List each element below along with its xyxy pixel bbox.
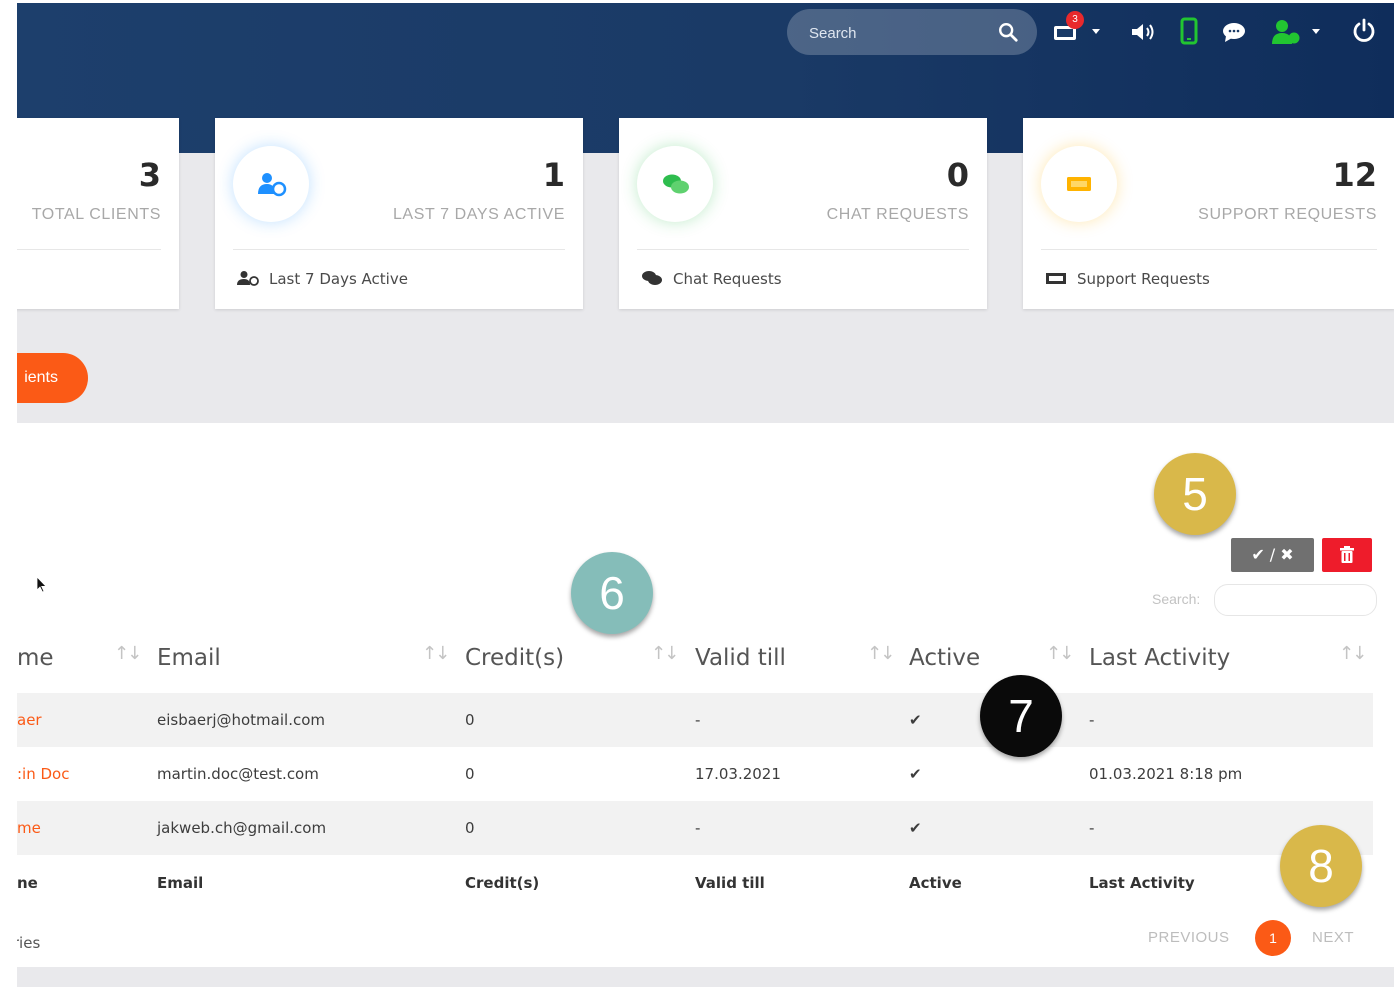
- search-icon[interactable]: [997, 21, 1019, 43]
- last-activity-cell: 01.03.2021 8:18 pm: [1089, 765, 1243, 783]
- column-header-valid-till[interactable]: Valid till: [695, 645, 786, 671]
- user-icon[interactable]: [1271, 18, 1301, 46]
- search-input[interactable]: [807, 21, 991, 45]
- card-divider: [637, 249, 969, 250]
- trash-icon: [1340, 546, 1354, 563]
- ticket-icon: [1067, 177, 1091, 191]
- sort-icon[interactable]: ↑↓: [651, 643, 679, 664]
- active-check-icon: ✔: [909, 765, 922, 783]
- stat-caption: TOTAL CLIENTS: [31, 206, 161, 223]
- notification-badge: 3: [1066, 11, 1084, 29]
- stat-value: 1: [542, 156, 565, 194]
- delete-button[interactable]: [1322, 538, 1372, 572]
- column-footer-name: ne: [17, 874, 38, 892]
- column-footer-email: Email: [157, 874, 204, 892]
- stat-value: 3: [138, 156, 161, 194]
- stat-caption: LAST 7 DAYS ACTIVE: [392, 206, 565, 223]
- active-check-icon: ✔: [909, 819, 922, 837]
- icon-circle: [1041, 146, 1117, 222]
- volume-icon[interactable]: [1130, 20, 1156, 44]
- sort-icon[interactable]: ↑↓: [422, 643, 450, 664]
- power-icon[interactable]: [1351, 18, 1377, 44]
- column-header-credits[interactable]: Credit(s): [465, 645, 564, 671]
- client-name-link[interactable]: me: [17, 819, 41, 837]
- client-name-link[interactable]: aer: [17, 711, 42, 729]
- card-divider: [233, 249, 565, 250]
- icon-circle: [233, 146, 309, 222]
- stat-caption: SUPPORT REQUESTS: [1198, 206, 1377, 223]
- column-header-last-activity[interactable]: Last Activity: [1089, 645, 1230, 671]
- client-name-link[interactable]: :in Doc: [17, 765, 69, 783]
- email-cell: eisbaerj@hotmail.com: [157, 711, 325, 729]
- header-search[interactable]: [787, 9, 1037, 55]
- stat-footer-label: Support Requests: [1077, 270, 1210, 288]
- user-clock-icon: [258, 173, 287, 197]
- stat-footer[interactable]: Support Requests: [1045, 270, 1210, 288]
- sort-icon[interactable]: ↑↓: [114, 643, 142, 664]
- chat-icon: [642, 271, 662, 285]
- sort-icon[interactable]: ↑↓: [867, 643, 895, 664]
- annotation-marker-5: 5: [1154, 453, 1236, 535]
- valid-till-cell: -: [695, 711, 701, 729]
- clients-button[interactable]: ients: [17, 353, 88, 403]
- pagination-page-current[interactable]: 1: [1255, 920, 1291, 956]
- table-row[interactable]: aer eisbaerj@hotmail.com 0 - ✔ -: [17, 693, 1373, 747]
- column-footer-active: Active: [909, 874, 962, 892]
- mobile-icon[interactable]: [1180, 17, 1198, 45]
- stat-footer-label: Chat Requests: [673, 270, 782, 288]
- stat-card-support-requests[interactable]: 12 SUPPORT REQUESTS Support Requests: [1023, 118, 1394, 309]
- toggle-active-button[interactable]: ✔ / ✖: [1231, 538, 1314, 572]
- stat-card-chat-requests[interactable]: 0 CHAT REQUESTS Chat Requests: [619, 118, 987, 309]
- annotation-marker-8: 8: [1280, 825, 1362, 907]
- annotation-marker-6: 6: [571, 552, 653, 634]
- column-footer-valid-till: Valid till: [695, 874, 765, 892]
- credits-cell: 0: [465, 711, 475, 729]
- last-activity-cell: -: [1089, 819, 1095, 837]
- chevron-down-icon[interactable]: [1091, 28, 1101, 36]
- chevron-down-icon[interactable]: [1311, 28, 1321, 36]
- table-row[interactable]: me jakweb.ch@gmail.com 0 - ✔ -: [17, 801, 1373, 855]
- credits-cell: 0: [465, 765, 475, 783]
- email-cell: jakweb.ch@gmail.com: [157, 819, 327, 837]
- valid-till-cell: 17.03.2021: [695, 765, 781, 783]
- pagination-next[interactable]: NEXT: [1312, 929, 1354, 946]
- sort-icon[interactable]: ↑↓: [1339, 643, 1367, 664]
- card-divider: [17, 249, 161, 250]
- chat-icon: [663, 174, 689, 194]
- sort-icon[interactable]: ↑↓: [1046, 643, 1074, 664]
- column-header-active[interactable]: Active: [909, 645, 980, 671]
- column-header-name[interactable]: me: [17, 645, 54, 671]
- ticket-icon: [1046, 273, 1066, 284]
- dashboard-viewport: 3 3 TOTAL CLIENTS: [17, 3, 1394, 987]
- stat-footer[interactable]: Chat Requests: [641, 270, 782, 288]
- valid-till-cell: -: [695, 819, 701, 837]
- mouse-cursor-icon: [36, 576, 47, 593]
- ticket-menu[interactable]: 3: [1052, 11, 1084, 47]
- table-search-input[interactable]: [1214, 584, 1377, 616]
- stat-value: 12: [1332, 156, 1377, 194]
- column-footer-last-activity: Last Activity: [1089, 874, 1195, 892]
- entries-info: tries: [17, 934, 41, 952]
- credits-cell: 0: [465, 819, 475, 837]
- active-check-icon: ✔: [909, 711, 922, 729]
- pagination-previous[interactable]: PREVIOUS: [1148, 929, 1230, 946]
- stat-card-total-clients[interactable]: 3 TOTAL CLIENTS: [17, 118, 179, 309]
- stat-value: 0: [946, 156, 969, 194]
- stat-footer[interactable]: Last 7 Days Active: [237, 270, 408, 288]
- email-cell: martin.doc@test.com: [157, 765, 319, 783]
- table-search-label: Search:: [1152, 591, 1201, 607]
- column-header-email[interactable]: Email: [157, 645, 221, 671]
- table-row[interactable]: :in Doc martin.doc@test.com 0 17.03.2021…: [17, 747, 1373, 801]
- icon-circle: [637, 146, 713, 222]
- stat-caption: CHAT REQUESTS: [826, 206, 969, 223]
- chat-icon[interactable]: [1221, 19, 1249, 45]
- last-activity-cell: -: [1089, 711, 1095, 729]
- card-divider: [1041, 249, 1377, 250]
- column-footer-credits: Credit(s): [465, 874, 540, 892]
- stat-footer-label: Last 7 Days Active: [269, 270, 408, 288]
- stat-card-last-7-days-active[interactable]: 1 LAST 7 DAYS ACTIVE Last 7 Days Active: [215, 118, 583, 309]
- annotation-marker-7: 7: [980, 675, 1062, 757]
- user-clock-icon: [237, 271, 259, 286]
